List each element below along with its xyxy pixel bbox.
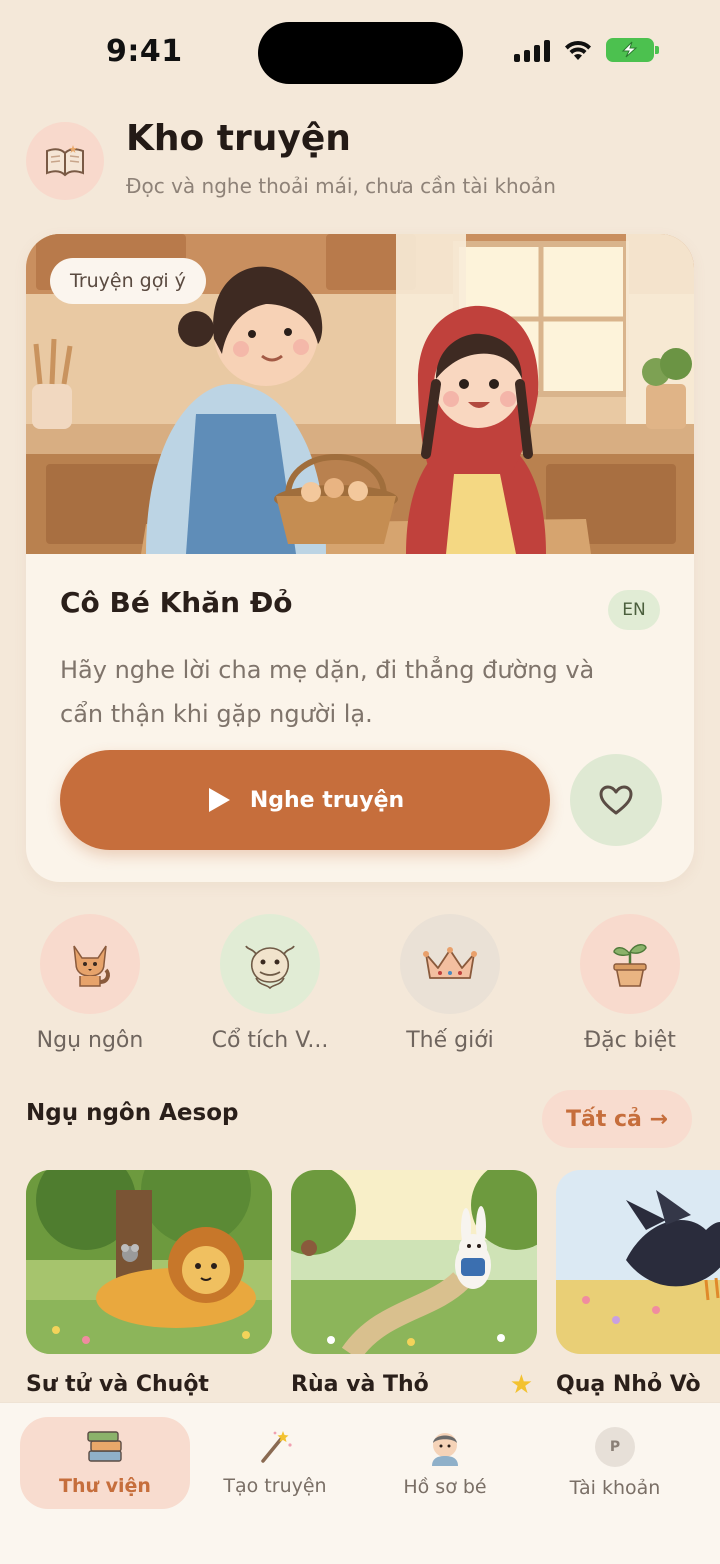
crown-icon: [423, 947, 477, 979]
story-thumbnail[interactable]: [26, 1170, 272, 1354]
account-avatar-icon: P: [595, 1427, 635, 1467]
story-card[interactable]: Rùa và Thỏ ★: [291, 1170, 537, 1400]
open-book-icon: [26, 122, 104, 200]
favorite-button[interactable]: [570, 754, 662, 846]
category-fables[interactable]: Ngụ ngôn: [0, 914, 180, 1053]
dynamic-island: [258, 22, 463, 84]
nav-account[interactable]: P Tài khoản: [530, 1417, 700, 1509]
language-badge[interactable]: EN: [608, 590, 660, 630]
category-label: Thế giới: [406, 1028, 494, 1053]
category-label: Đặc biệt: [584, 1028, 676, 1053]
status-time: 9:41: [106, 34, 183, 69]
suggested-story-badge: Truyện gợi ý: [50, 258, 206, 304]
wifi-icon: [565, 40, 591, 60]
sprout-icon: [613, 944, 647, 987]
page-title: Kho truyện: [126, 118, 351, 159]
magic-wand-icon: [261, 1431, 292, 1463]
bottom-navigation: Thư viện Tạo truyện Hồ sơ bé P Tài khoản: [0, 1402, 720, 1564]
books-icon: [87, 1431, 122, 1462]
featured-story-title: Cô Bé Khăn Đỏ: [60, 586, 293, 619]
battery-charging-icon: [606, 38, 659, 62]
listen-story-button[interactable]: Nghe truyện: [60, 750, 550, 850]
category-list: Ngụ ngôn Cổ tích V... Thế giới Đặc biệt: [0, 914, 720, 1064]
story-thumbnail[interactable]: [291, 1170, 537, 1354]
dragon-icon: [245, 945, 295, 990]
section-title: Ngụ ngôn Aesop: [26, 1100, 239, 1126]
story-title: Rùa và Thỏ: [291, 1372, 429, 1397]
nav-create-story[interactable]: Tạo truyện: [190, 1417, 360, 1509]
star-icon: ★: [509, 1370, 533, 1400]
category-label: Ngụ ngôn: [36, 1028, 144, 1053]
category-vietnamese-tales[interactable]: Cổ tích V...: [180, 914, 360, 1053]
story-thumbnail[interactable]: [556, 1170, 720, 1354]
story-card[interactable]: Sư tử và Chuột: [26, 1170, 272, 1397]
nav-label: Tạo truyện: [223, 1475, 327, 1497]
fox-icon: [73, 945, 110, 987]
child-avatar-icon: [432, 1433, 458, 1466]
story-title: Sư tử và Chuột: [26, 1372, 209, 1397]
page-subtitle: Đọc và nghe thoải mái, chưa cần tài khoả…: [126, 174, 556, 198]
nav-library[interactable]: Thư viện: [20, 1417, 190, 1509]
category-icon-circle: [580, 914, 680, 1014]
status-icons: [514, 38, 659, 62]
status-bar: 9:41: [0, 0, 720, 100]
nav-child-profile[interactable]: Hồ sơ bé: [360, 1417, 530, 1509]
nav-label: Thư viện: [59, 1475, 151, 1497]
category-world[interactable]: Thế giới: [360, 914, 540, 1053]
category-icon-circle: [220, 914, 320, 1014]
cellular-signal-icon: [514, 38, 550, 62]
page-header: Kho truyện Đọc và nghe thoải mái, chưa c…: [26, 118, 694, 208]
heart-icon: [599, 785, 633, 815]
category-label: Cổ tích V...: [211, 1028, 329, 1053]
featured-story-card[interactable]: Truyện gợi ý Cô Bé Khăn Đỏ EN Hãy nghe l…: [26, 234, 694, 882]
see-all-button[interactable]: Tất cả →: [541, 1090, 692, 1148]
play-icon: [208, 788, 230, 812]
category-icon-circle: [400, 914, 500, 1014]
category-special[interactable]: Đặc biệt: [540, 914, 720, 1053]
story-title: Quạ Nhỏ Vò: [556, 1372, 701, 1397]
featured-story-description: Hãy nghe lời cha mẹ dặn, đi thẳng đường …: [60, 656, 595, 728]
nav-label: Tài khoản: [569, 1477, 661, 1499]
category-icon-circle: [40, 914, 140, 1014]
story-card[interactable]: Quạ Nhỏ Vò: [556, 1170, 720, 1397]
nav-label: Hồ sơ bé: [403, 1476, 487, 1498]
listen-story-label: Nghe truyện: [249, 787, 405, 813]
story-carousel[interactable]: Sư tử và Chuột Rùa và Thỏ ★ Quạ Nhỏ Vò: [26, 1170, 720, 1410]
